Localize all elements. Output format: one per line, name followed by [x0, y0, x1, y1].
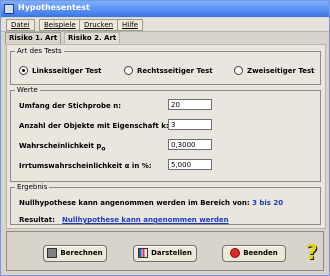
title-bar: Hypothesentest	[1, 1, 329, 17]
alpha-label: Irrtumswahrscheinlichkeit α in %:	[19, 162, 152, 170]
sample-size-label: Umfang der Stichprobe n:	[19, 102, 121, 110]
result-range-line: Nullhypothese kann angenommen werden im …	[19, 199, 284, 207]
objects-count-input[interactable]: 3	[168, 119, 212, 130]
menu-bar: Datei Beispiele Drucken Hilfe	[1, 18, 329, 32]
display-button[interactable]: Darstellen	[133, 245, 197, 262]
probability-input[interactable]: 0,3000	[168, 139, 212, 150]
chart-icon	[138, 248, 149, 258]
button-bar: Berechnen Darstellen Beenden	[6, 231, 324, 271]
calculate-button[interactable]: Berechnen	[43, 245, 107, 262]
radio-unselected-icon	[124, 66, 133, 75]
menu-beispiele[interactable]: Beispiele	[39, 19, 81, 31]
values-group: Werte Umfang der Stichprobe n: 20 Anzahl…	[10, 86, 321, 182]
radio-linksseitig[interactable]: Linksseitiger Test	[19, 66, 101, 75]
radio-rechtsseitig[interactable]: Rechtsseitiger Test	[124, 66, 213, 75]
alpha-input[interactable]: 5,000	[168, 159, 212, 170]
result-range: 3 bis 20	[252, 199, 284, 207]
menu-datei[interactable]: Datei	[6, 19, 35, 31]
content-panel: Art des Tests Linksseitiger Test Rechtss…	[6, 44, 326, 229]
result-group: Ergebnis Nullhypothese kann angenommen w…	[10, 183, 321, 225]
app-icon	[4, 4, 14, 14]
result-label: Resultat:	[19, 216, 55, 224]
radio-zweiseitig[interactable]: Zweiseitiger Test	[234, 66, 315, 75]
probability-label: Wahrscheinlichkeit po	[19, 142, 106, 153]
result-title: Ergebnis	[15, 183, 50, 191]
quit-button[interactable]: Beenden	[222, 245, 286, 262]
test-type-title: Art des Tests	[15, 47, 64, 55]
window-title: Hypothesentest	[18, 3, 90, 12]
result-text: Nullhypothese kann angenommen werden	[62, 216, 229, 224]
menu-drucken[interactable]: Drucken	[79, 19, 119, 31]
radio-selected-icon	[19, 66, 28, 75]
menu-hilfe[interactable]: Hilfe	[117, 19, 143, 31]
help-icon[interactable]: ?	[306, 241, 324, 263]
close-icon	[230, 248, 241, 258]
objects-count-label: Anzahl der Objekte mit Eigenschaft k:	[19, 122, 169, 130]
sample-size-input[interactable]: 20	[168, 99, 212, 110]
calculator-icon	[47, 248, 58, 258]
tab-strip: Risiko 1. Art Risiko 2. Art	[1, 31, 329, 45]
tab-risiko-1[interactable]: Risiko 1. Art	[5, 32, 62, 44]
app-window: Hypothesentest Datei Beispiele Drucken H…	[0, 0, 330, 276]
radio-unselected-icon	[234, 66, 243, 75]
test-type-group: Art des Tests Linksseitiger Test Rechtss…	[10, 47, 321, 85]
values-title: Werte	[15, 86, 40, 94]
